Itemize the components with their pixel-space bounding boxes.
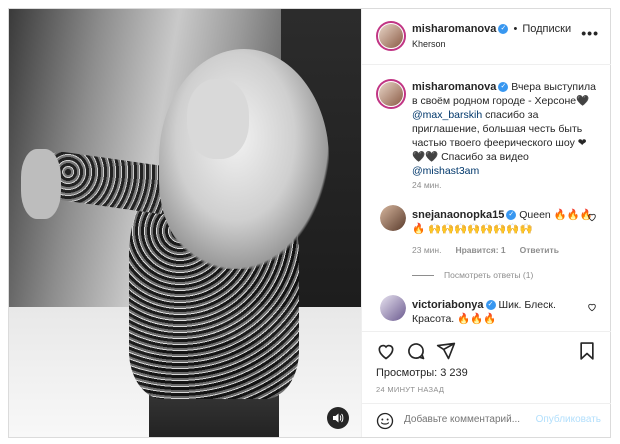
caption-time: 24 мин. [412, 180, 442, 190]
add-comment-bar: Опубликовать [362, 403, 611, 437]
verified-badge-icon: ✓ [498, 24, 509, 35]
comment-meta: 23 мин. Нравится: 1 Ответить [412, 245, 559, 255]
header-user-row: misharomanova ✓ • Подписки [412, 23, 571, 35]
bookmark-icon[interactable] [577, 341, 597, 361]
more-options-icon[interactable]: ••• [581, 25, 599, 41]
post-video[interactable] [9, 9, 361, 437]
author-avatar[interactable] [376, 21, 406, 51]
separator-dot: • [513, 23, 518, 35]
video-figure-hair [159, 49, 329, 269]
verified-badge-icon: ✓ [485, 300, 496, 311]
comment-username[interactable]: victoriabonya [412, 299, 484, 311]
mention-link[interactable]: @max_barskih [412, 109, 482, 121]
verified-badge-icon: ✓ [498, 82, 509, 93]
comment-icon[interactable] [406, 341, 426, 361]
replies-divider [412, 275, 434, 277]
post-dialog: misharomanova ✓ • Подписки Kherson ••• mi… [8, 8, 611, 438]
comment-reply-button[interactable]: Ответить [520, 245, 559, 255]
mention-link[interactable]: @mishast3am [412, 165, 479, 177]
caption-username[interactable]: misharomanova [412, 81, 496, 93]
post-location[interactable]: Kherson [412, 39, 446, 49]
view-replies-button[interactable]: Посмотреть ответы (1) [412, 270, 533, 280]
author-username[interactable]: misharomanova [412, 23, 496, 35]
comment-text: victoriabonya ✓ Шик. Блеск. Красота. 🔥🔥🔥 [412, 298, 596, 326]
views-count[interactable]: Просмотры: 3 239 [376, 367, 468, 379]
comment-username[interactable]: snejanaonopka15 [412, 209, 504, 221]
comment-likes-count[interactable]: Нравится: 1 [455, 245, 505, 255]
caption-avatar-image [379, 82, 403, 106]
heart-icon[interactable] [376, 341, 396, 361]
video-figure-face [187, 79, 249, 159]
caption-text: misharomanova ✓ Вчера выступила в своём р… [412, 80, 596, 178]
commenter-avatar-image [380, 205, 406, 231]
post-side-panel: misharomanova ✓ • Подписки Kherson ••• mi… [361, 9, 611, 437]
view-replies-label: Посмотреть ответы (1) [444, 270, 534, 280]
commenter-avatar[interactable] [380, 205, 406, 231]
commenter-avatar[interactable] [380, 295, 406, 321]
emoji-icon[interactable] [376, 412, 394, 430]
caption-avatar[interactable] [376, 79, 406, 109]
comment-text: snejanaonopka15 ✓ Queen 🔥🔥🔥🔥 🙌🙌🙌🙌🙌🙌🙌🙌 [412, 208, 596, 236]
verified-badge-icon: ✓ [506, 210, 517, 221]
post-header: misharomanova ✓ • Подписки Kherson ••• [362, 9, 611, 65]
publish-button[interactable]: Опубликовать [536, 414, 601, 425]
following-button[interactable]: Подписки [522, 23, 571, 35]
sound-toggle-button[interactable] [327, 407, 349, 429]
post-actions-bar [362, 331, 611, 369]
video-figure-hand [21, 149, 61, 219]
sound-icon [333, 413, 344, 423]
comment-time: 23 мин. [412, 245, 442, 255]
comments-list: misharomanova ✓ Вчера выступила в своём р… [362, 65, 611, 331]
share-icon[interactable] [436, 341, 456, 361]
comment-like-icon[interactable] [587, 212, 597, 222]
post-time[interactable]: 24 МИНУТ НАЗАД [376, 385, 444, 394]
author-avatar-image [379, 24, 403, 48]
add-comment-input[interactable] [404, 414, 524, 425]
comment-like-icon[interactable] [587, 302, 597, 312]
commenter-avatar-image [380, 295, 406, 321]
